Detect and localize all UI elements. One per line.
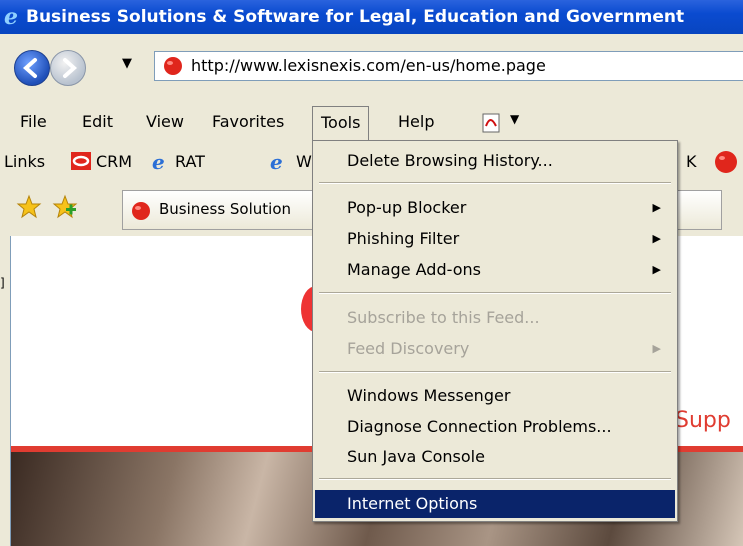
menu-separator [319,182,671,184]
menu-separator [319,371,671,373]
url-field[interactable]: http://www.lexisnexis.com/en-us/home.pag… [154,51,743,81]
svg-text:e: e [270,150,283,172]
edge-mark: ] [0,276,5,290]
red-globe-icon [132,202,150,220]
menu-item-feed-discovery: Feed Discovery ▶ [315,335,675,363]
menu-item-manage-addons[interactable]: Manage Add-ons ▶ [315,256,675,284]
forward-icon [63,58,78,78]
menu-help[interactable]: Help [398,104,434,140]
link-k[interactable]: K [686,152,697,171]
page-partial-heading: Supp [675,408,731,433]
submenu-arrow-icon: ▶ [652,232,661,245]
menubar: File Edit View Favorites Tools Help ▼ [0,104,743,140]
menu-item-windows-messenger[interactable]: Windows Messenger [315,382,675,410]
favorites-star-icon[interactable] [16,194,42,220]
menu-separator [319,478,671,480]
link-crm[interactable]: CRM [96,152,132,171]
svg-text:e: e [4,4,18,28]
menu-item-internet-options[interactable]: Internet Options [315,490,675,518]
new-tab-button[interactable] [672,190,722,230]
back-icon [22,58,37,78]
ie-logo-icon: e [4,4,18,28]
menu-item-delete-browsing-history[interactable]: Delete Browsing History... [315,147,675,175]
window-left-edge: ] [0,236,10,546]
pdf-dropdown[interactable]: ▼ [510,112,519,126]
submenu-arrow-icon: ▶ [652,342,661,355]
crm-icon[interactable] [70,150,92,172]
tab-title: Business Solution [159,200,292,218]
tools-menu: Delete Browsing History... Pop-up Blocke… [312,140,678,522]
menu-item-popup-blocker[interactable]: Pop-up Blocker ▶ [315,194,675,222]
ie-page-icon[interactable]: e [150,150,172,172]
add-favorite-icon[interactable] [52,194,78,220]
menu-favorites[interactable]: Favorites [212,104,284,140]
menu-separator [319,292,671,294]
window-title: Business Solutions & Software for Legal,… [26,7,685,27]
window-titlebar: e Business Solutions & Software for Lega… [0,0,743,34]
address-bar-area: ▼ http://www.lexisnexis.com/en-us/home.p… [0,34,743,98]
menu-view[interactable]: View [146,104,184,140]
url-text: http://www.lexisnexis.com/en-us/home.pag… [191,56,546,75]
history-dropdown[interactable]: ▼ [122,56,132,71]
pdf-icon[interactable] [480,112,502,134]
link-rat[interactable]: RAT [175,152,205,171]
menu-edit[interactable]: Edit [82,104,113,140]
menu-item-sun-java-console[interactable]: Sun Java Console [315,443,675,471]
red-globe-icon [164,57,182,75]
submenu-arrow-icon: ▶ [652,263,661,276]
links-label: Links [4,152,46,171]
back-button[interactable] [14,50,50,86]
menu-file[interactable]: File [20,104,47,140]
menu-item-diagnose-connection[interactable]: Diagnose Connection Problems... [315,413,675,441]
submenu-arrow-icon: ▶ [652,201,661,214]
tab-business-solutions[interactable]: Business Solution [122,190,318,230]
menu-item-phishing-filter[interactable]: Phishing Filter ▶ [315,225,675,253]
red-globe-icon[interactable] [714,150,738,174]
menu-item-subscribe-feed: Subscribe to this Feed... [347,308,540,327]
ie-page-icon[interactable]: e [268,150,290,172]
forward-button[interactable] [50,50,86,86]
svg-text:e: e [152,150,165,172]
link-w[interactable]: W [296,152,312,171]
menu-tools[interactable]: Tools [312,106,370,140]
